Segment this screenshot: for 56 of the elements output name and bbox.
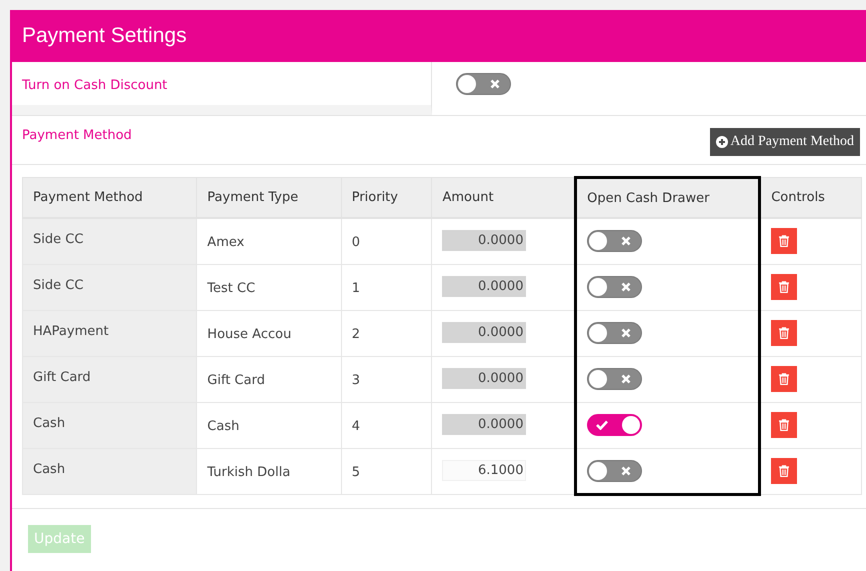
- table-cell: Turkish Dolla: [196, 448, 342, 494]
- column-header: Open Cash Drawer: [576, 178, 760, 218]
- table-cell: 3: [341, 356, 432, 402]
- table-cell: 5: [341, 448, 432, 494]
- table-cell: Cash: [196, 402, 342, 448]
- delete-button[interactable]: [771, 228, 798, 254]
- add-payment-method-button[interactable]: Add Payment Method: [710, 128, 860, 156]
- table-cell: HAPayment: [22, 310, 197, 356]
- plus-circle-icon: [716, 136, 728, 148]
- close-icon: [621, 328, 632, 338]
- close-icon: [621, 466, 632, 476]
- delete-button[interactable]: [771, 458, 798, 484]
- delete-button[interactable]: [771, 274, 798, 300]
- table-cell: House Accou: [196, 310, 342, 356]
- column-header: Priority: [341, 178, 432, 218]
- close-icon: [621, 374, 632, 384]
- toggle-switch[interactable]: [456, 73, 511, 95]
- delete-button[interactable]: [771, 366, 798, 392]
- column-header: Amount: [432, 178, 576, 218]
- column-header: Payment Type: [196, 178, 342, 218]
- close-icon: [621, 282, 632, 292]
- table-cell: 0: [341, 218, 432, 264]
- trash-icon: [779, 464, 790, 476]
- table-cell: Gift Card: [22, 356, 197, 402]
- panel-title: Payment Settings: [22, 24, 187, 48]
- toggle-switch[interactable]: [587, 276, 642, 298]
- toggle-switch[interactable]: [587, 322, 642, 344]
- trash-icon: [779, 235, 790, 247]
- delete-button[interactable]: [771, 320, 798, 346]
- toggle-switch[interactable]: [587, 230, 642, 252]
- table-cell: Amex: [196, 218, 342, 264]
- table-cell: Cash: [22, 402, 197, 448]
- section-label: Payment Method: [22, 128, 132, 145]
- column-header: Payment Method: [22, 178, 197, 218]
- table-cell: 4: [341, 402, 432, 448]
- trash-icon: [779, 372, 790, 384]
- amount-field[interactable]: 6.1000: [442, 460, 526, 480]
- toggle-switch[interactable]: [587, 414, 642, 436]
- toggle-switch[interactable]: [587, 368, 642, 390]
- trash-icon: [779, 326, 790, 338]
- table-cell: Side CC: [22, 218, 197, 264]
- table-cell: Cash: [22, 448, 197, 494]
- close-icon: [490, 79, 500, 89]
- table-cell: Side CC: [22, 264, 197, 310]
- trash-icon: [779, 280, 790, 292]
- table-cell: Test CC: [196, 264, 342, 310]
- close-icon: [621, 236, 632, 246]
- table-cell: Gift Card: [196, 356, 342, 402]
- trash-icon: [779, 418, 790, 430]
- delete-button[interactable]: [771, 412, 798, 438]
- column-header: Controls: [760, 178, 862, 218]
- toggle-switch[interactable]: [587, 460, 642, 482]
- cash-discount-label: Turn on Cash Discount: [22, 78, 168, 93]
- check-icon: [596, 420, 608, 430]
- table-cell: 2: [341, 310, 432, 356]
- table-cell: 1: [341, 264, 432, 310]
